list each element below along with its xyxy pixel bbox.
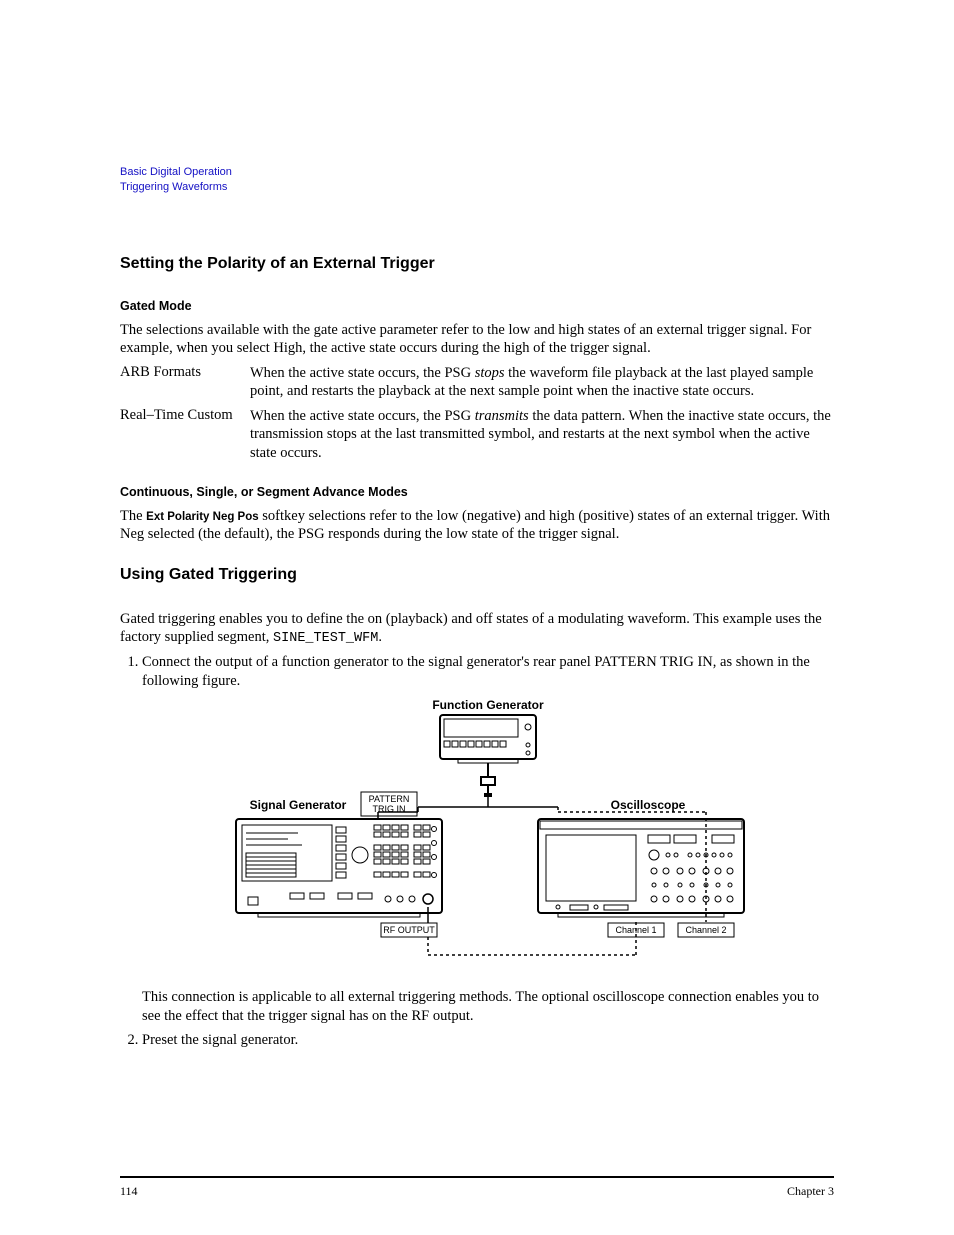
step-1-text: Connect the output of a function generat… bbox=[142, 654, 810, 689]
def-realtime-custom: Real–Time Custom When the active state o… bbox=[120, 407, 834, 463]
section-title-gated-triggering: Using Gated Triggering bbox=[120, 566, 834, 584]
fig-label-pattern2: TRIG IN bbox=[373, 804, 406, 814]
def-term-rtc: Real–Time Custom bbox=[120, 407, 250, 463]
fig-label-pattern1: PATTERN bbox=[369, 794, 410, 804]
step-2: Preset the signal generator. bbox=[142, 1031, 834, 1050]
fig-label-siggen: Signal Generator bbox=[250, 798, 347, 812]
def-arb-formats: ARB Formats When the active state occurs… bbox=[120, 364, 834, 401]
step-1-after: This connection is applicable to all ext… bbox=[142, 988, 834, 1025]
arb-desc-em: stops bbox=[475, 365, 505, 381]
fig-label-oscope: Oscilloscope bbox=[611, 798, 686, 812]
gt-intro-post: . bbox=[378, 629, 382, 645]
figure-svg: Function Generator bbox=[218, 697, 758, 977]
rtc-desc-pre: When the active state occurs, the PSG bbox=[250, 408, 475, 424]
def-desc-arb: When the active state occurs, the PSG st… bbox=[250, 364, 834, 401]
subsection-gated-mode: Gated Mode bbox=[120, 299, 834, 313]
step-2-text: Preset the signal generator. bbox=[142, 1032, 298, 1048]
cont-key: Ext Polarity Neg Pos bbox=[146, 511, 258, 523]
subsection-continuous: Continuous, Single, or Segment Advance M… bbox=[120, 485, 834, 499]
cont-pre: The bbox=[120, 508, 146, 524]
gt-intro-mono: SINE_TEST_WFM bbox=[273, 631, 378, 646]
page-footer: 114 Chapter 3 bbox=[120, 1176, 834, 1199]
footer-chapter: Chapter 3 bbox=[787, 1184, 834, 1199]
rtc-desc-em: transmits bbox=[475, 408, 529, 424]
footer-page-number: 114 bbox=[120, 1184, 138, 1199]
gated-triggering-intro: Gated triggering enables you to define t… bbox=[120, 610, 834, 648]
breadcrumb-line2: Triggering Waveforms bbox=[120, 180, 834, 195]
fig-label-ch2: Channel 2 bbox=[685, 925, 726, 935]
page-content: Basic Digital Operation Triggering Wavef… bbox=[0, 0, 954, 1136]
step-1: Connect the output of a function generat… bbox=[142, 653, 834, 1025]
def-desc-rtc: When the active state occurs, the PSG tr… bbox=[250, 407, 834, 463]
fig-label-ch1: Channel 1 bbox=[615, 925, 656, 935]
def-term-arb: ARB Formats bbox=[120, 364, 250, 401]
gt-intro-pre: Gated triggering enables you to define t… bbox=[120, 611, 822, 646]
steps-list: Connect the output of a function generat… bbox=[120, 653, 834, 1049]
breadcrumb: Basic Digital Operation Triggering Wavef… bbox=[120, 165, 834, 195]
fig-label-funcgen: Function Generator bbox=[432, 698, 544, 712]
section-title-polarity: Setting the Polarity of an External Trig… bbox=[120, 255, 834, 273]
breadcrumb-line1: Basic Digital Operation bbox=[120, 165, 834, 180]
continuous-para: The Ext Polarity Neg Pos softkey selecti… bbox=[120, 507, 834, 544]
arb-desc-pre: When the active state occurs, the PSG bbox=[250, 365, 475, 381]
gated-intro: The selections available with the gate a… bbox=[120, 321, 834, 358]
connection-figure: Function Generator bbox=[218, 697, 758, 983]
fig-label-rfout: RF OUTPUT bbox=[383, 925, 435, 935]
